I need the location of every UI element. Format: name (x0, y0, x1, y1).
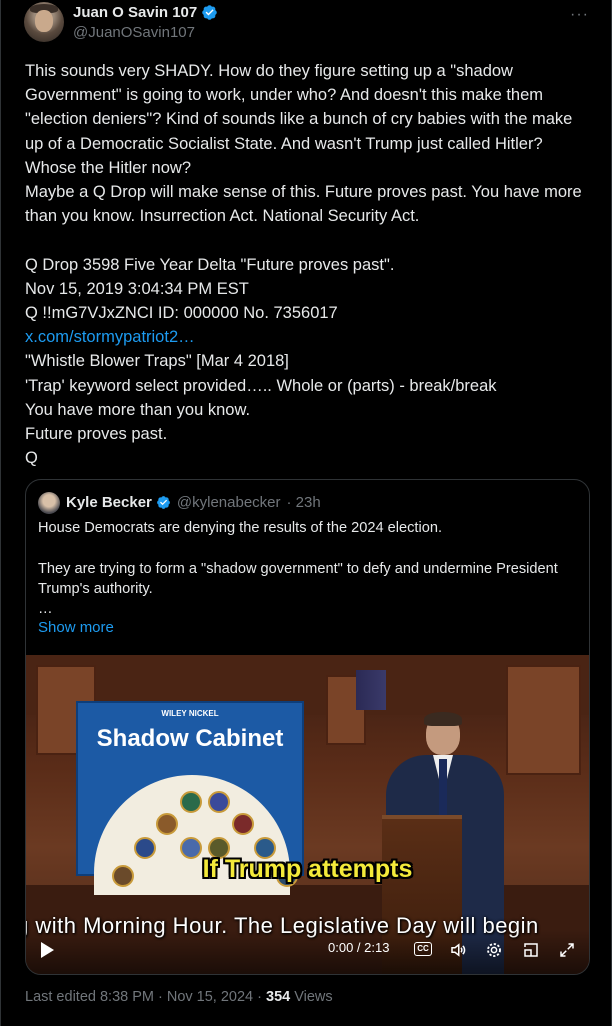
author-handle[interactable]: @JuanOSavin107 (73, 24, 195, 41)
poster-title: Shadow Cabinet (96, 725, 284, 752)
quote-text: House Democrats are denying the results … (38, 520, 558, 618)
tweet: Juan O Savin 107 @JuanOSavin107 ··· This… (0, 0, 612, 1026)
views-label: Views (290, 989, 333, 1005)
author-avatar[interactable] (24, 2, 64, 42)
poster-subtitle: WILEY NICKEL (161, 709, 219, 718)
verified-badge-icon (202, 5, 217, 20)
tweet-metadata: Last edited 8:38 PM · Nov 15, 2024 · 354… (25, 989, 333, 1005)
tweet-text-part2: "Whistle Blower Traps" [Mar 4 2018] 'Tra… (25, 352, 497, 468)
video-time: 0:00 / 2:13 (328, 940, 390, 955)
settings-gear-icon[interactable] (485, 941, 503, 959)
quote-author-avatar[interactable] (38, 492, 60, 514)
video-caption-highlight: If Trump attempts (202, 855, 413, 883)
more-options-icon[interactable]: ··· (570, 6, 589, 24)
author-name[interactable]: Juan O Savin 107 (73, 4, 197, 21)
author-name-row: Juan O Savin 107 (73, 4, 218, 21)
quote-author-handle[interactable]: @kylenabecker (177, 494, 281, 511)
volume-icon[interactable] (448, 941, 468, 959)
picture-in-picture-icon[interactable] (522, 941, 540, 959)
quote-header: Kyle Becker @kylenabecker · 23h (66, 494, 321, 511)
show-more-link[interactable]: Show more (38, 619, 114, 636)
quoted-tweet[interactable]: Kyle Becker @kylenabecker · 23h House De… (25, 479, 590, 975)
tweet-text-part1: This sounds very SHADY. How do they figu… (25, 62, 582, 323)
video-player[interactable]: WILEY NICKEL Shadow Cabinet If Trump att… (26, 655, 589, 974)
play-icon[interactable] (41, 942, 54, 958)
fullscreen-icon[interactable] (558, 941, 576, 959)
tweet-text: This sounds very SHADY. How do they figu… (25, 59, 591, 470)
quote-author-name[interactable]: Kyle Becker (66, 494, 152, 511)
quote-verified-badge-icon (157, 496, 170, 509)
video-controls: 0:00 / 2:13 CC (26, 930, 589, 974)
captions-icon[interactable]: CC (414, 942, 432, 956)
quote-timestamp[interactable]: · 23h (287, 494, 321, 511)
edited-timestamp[interactable]: Last edited 8:38 PM · Nov 15, 2024 · (25, 989, 266, 1005)
shadow-cabinet-poster: WILEY NICKEL Shadow Cabinet (76, 701, 304, 895)
views-count: 354 (266, 989, 291, 1005)
tweet-link[interactable]: x.com/stormypatriot2… (25, 328, 195, 346)
